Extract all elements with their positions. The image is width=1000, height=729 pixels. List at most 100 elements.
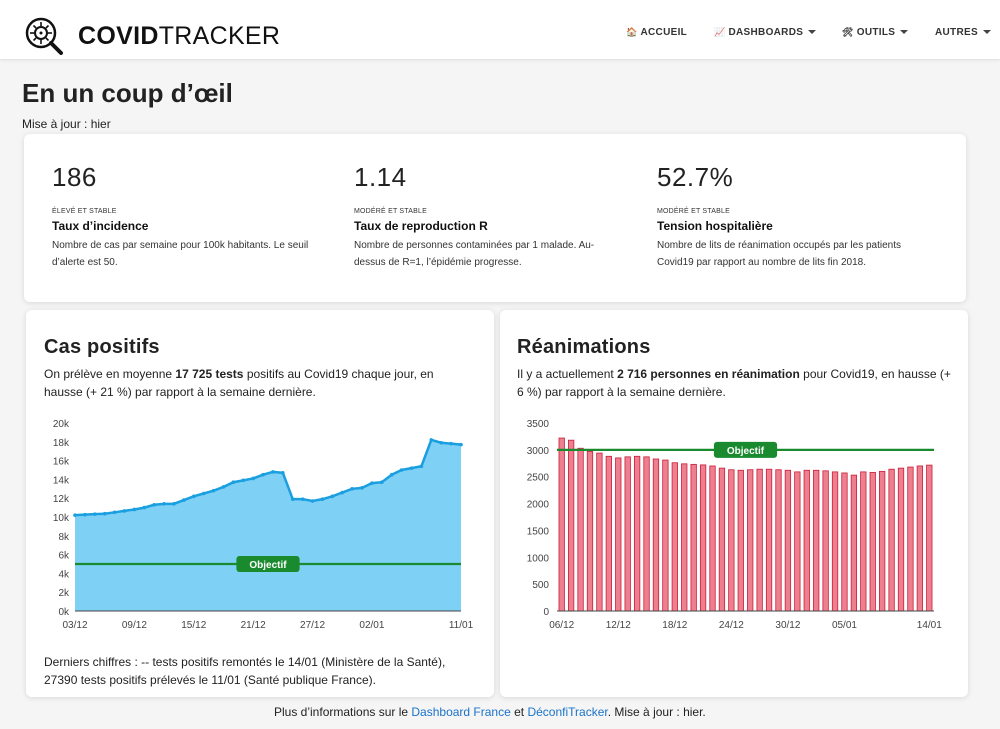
navbar: COVIDTRACKER 🏠 ACCUEIL 📈 DASHBOARDS 🛠 OUTIL… <box>0 0 1000 60</box>
stat-description: Nombre de lits de réanimation occupés pa… <box>657 240 902 268</box>
icu-bar <box>605 455 612 612</box>
stat-description: Nombre de cas par semaine pour 100k habi… <box>52 240 309 268</box>
icu-bar <box>633 455 641 612</box>
icu-bar <box>907 466 914 612</box>
cases-area <box>75 439 461 611</box>
stat-value: 186 <box>52 162 97 192</box>
data-point <box>439 440 444 445</box>
data-point <box>261 472 265 477</box>
icu-bar <box>596 452 603 612</box>
data-point <box>370 481 374 485</box>
brand-bold: COVID <box>78 22 159 50</box>
nav-home[interactable]: 🏠 ACCUEIL <box>626 27 687 38</box>
x-tick-label: 30/12 <box>775 620 800 631</box>
chart-icon: 📈 <box>714 27 726 37</box>
tools-icon: 🛠 <box>842 27 854 37</box>
y-tick-label: 18k <box>53 438 70 449</box>
icu-bar <box>709 465 716 612</box>
icu-bar <box>879 470 886 612</box>
icu-bar <box>784 469 792 612</box>
cases-text-pre: On prélève en moyenne <box>44 367 176 381</box>
summary-card: 186 ÉLEVÉ ET STABLE Taux d’incidence Nom… <box>24 134 966 302</box>
icu-bar <box>869 472 876 612</box>
deconfitracker-link[interactable]: DéconfiTracker <box>527 705 607 719</box>
stat-hospital-tension[interactable]: 52.7% MODÉRÉ ET STABLE Tension hospitali… <box>657 162 927 271</box>
data-point <box>310 499 315 503</box>
data-point <box>380 480 384 485</box>
data-point <box>142 505 147 510</box>
y-tick-label: 6k <box>58 551 70 562</box>
icu-bar <box>803 469 810 612</box>
footer-post: . Mise à jour : hier. <box>607 705 706 719</box>
data-point <box>122 509 127 513</box>
data-point <box>340 490 345 495</box>
icu-bar <box>728 469 735 612</box>
chevron-down-icon <box>900 30 909 35</box>
x-tick-label: 21/12 <box>241 620 266 631</box>
stat-reproduction[interactable]: 1.14 MODÉRÉ ET STABLE Taux de reproducti… <box>354 162 624 271</box>
icu-text-pre: Il y a actuellement <box>517 367 618 381</box>
data-point <box>360 486 364 490</box>
dashboard-france-link[interactable]: Dashboard France <box>411 705 510 719</box>
y-tick-label: 16k <box>53 457 70 468</box>
x-tick-label: 12/12 <box>606 620 631 631</box>
virus-magnifier-icon[interactable] <box>24 16 64 56</box>
cases-footer-line2: 27390 tests positifs prélevés le 11/01 (… <box>44 673 376 687</box>
y-tick-label: 1500 <box>527 526 550 537</box>
y-tick-label: 2000 <box>527 500 550 511</box>
icu-bar <box>615 457 622 612</box>
icu-bar <box>568 439 575 612</box>
icu-text-bold: 2 716 personnes en réanimation <box>617 367 800 381</box>
stat-value: 52.7% <box>657 162 734 192</box>
y-tick-label: 4k <box>58 569 70 580</box>
data-point <box>201 491 206 496</box>
stat-incidence[interactable]: 186 ÉLEVÉ ET STABLE Taux d’incidence Nom… <box>52 162 322 271</box>
cases-text-bold: 17 725 tests <box>175 367 244 381</box>
brand-name[interactable]: COVIDTRACKER <box>78 22 280 51</box>
objective-label: Objectif <box>249 560 287 571</box>
y-tick-label: 12k <box>53 494 70 505</box>
x-tick-label: 06/12 <box>549 620 574 631</box>
nav-tools[interactable]: 🛠 OUTILS <box>842 27 909 38</box>
nav-dashboards[interactable]: 📈 DASHBOARDS <box>714 27 817 38</box>
data-point <box>231 480 236 485</box>
page-title: En un coup d’œil <box>22 78 233 108</box>
data-point <box>182 498 186 502</box>
cases-summary: On prélève en moyenne 17 725 tests posit… <box>44 365 474 401</box>
icu-chart[interactable]: 0 500 1000 1500 2000 2500 3000 3500 06/12 12/12 18… <box>500 410 968 640</box>
icu-bar <box>850 474 858 612</box>
nav-tools-label: OUTILS <box>856 27 896 38</box>
x-tick-label: 02/01 <box>359 620 384 631</box>
x-tick-label: 03/12 <box>62 620 87 631</box>
y-tick-label: 3000 <box>527 446 550 457</box>
data-point <box>211 488 216 493</box>
icu-bar <box>662 459 669 612</box>
data-point <box>449 441 453 446</box>
data-point <box>162 502 166 506</box>
nav-others[interactable]: AUTRES <box>935 27 991 38</box>
icu-bar <box>860 471 867 612</box>
data-point <box>389 472 394 477</box>
data-point <box>92 512 97 516</box>
data-point <box>330 494 335 499</box>
y-tick-label: 500 <box>532 580 549 591</box>
icu-bar <box>926 464 933 612</box>
brand-light: TRACKER <box>158 22 281 50</box>
icu-bar <box>841 472 848 612</box>
icu-bar <box>794 471 801 612</box>
icu-bar <box>831 471 839 612</box>
stat-level: MODÉRÉ ET STABLE <box>354 208 427 215</box>
data-point <box>221 485 226 489</box>
stat-label: Taux de reproduction R <box>354 219 488 233</box>
icu-bar <box>765 468 773 612</box>
data-point <box>409 466 414 470</box>
cases-latest-figures: Derniers chiffres : -- tests positifs re… <box>44 653 484 689</box>
chevron-down-icon <box>808 30 817 35</box>
icu-bar <box>747 469 754 612</box>
chevron-down-icon <box>982 30 991 35</box>
x-tick-label: 15/12 <box>181 620 206 631</box>
y-tick-label: 3500 <box>527 419 550 430</box>
data-point <box>350 487 354 491</box>
nav-home-label: ACCUEIL <box>640 27 688 38</box>
cases-chart[interactable]: 0k 2k 4k 6k 8k 10k 12k 14k 16k 18k 20k 03/12 09/12 15… <box>26 410 494 640</box>
